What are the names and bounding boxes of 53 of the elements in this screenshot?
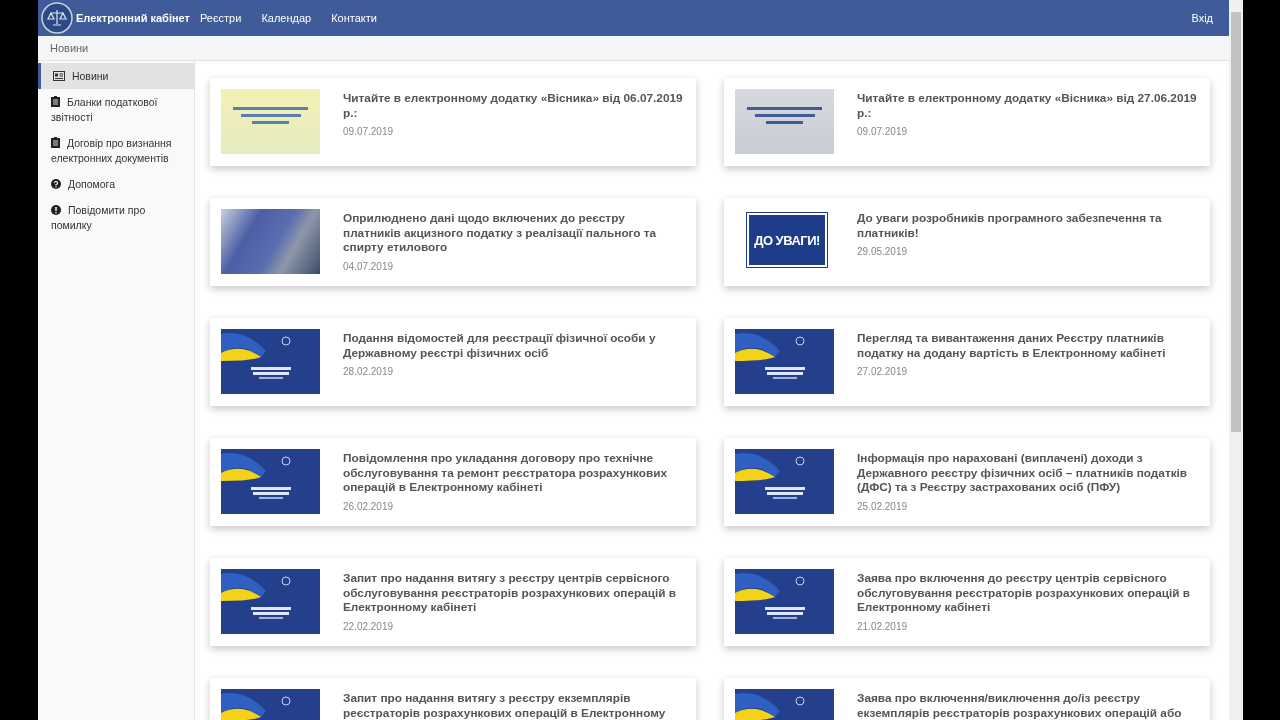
news-title[interactable]: Запит про надання витягу з реєстру екземплярів реєстраторів розрахункових операцій в Електронному — [343, 691, 684, 720]
clipboard-icon — [51, 96, 60, 107]
news-title[interactable]: Перегляд та вивантаження даних Реєстру платників податку на додану вартість в Електронному кабінеті — [857, 331, 1198, 360]
news-card[interactable]: Перегляд та вивантаження даних Реєстру платників податку на додану вартість в Електронному кабінеті 27.02.2019 — [724, 318, 1210, 406]
clipboard-icon — [51, 137, 60, 148]
nav-link[interactable]: Календар — [261, 12, 312, 24]
news-card[interactable]: Читайте в електронному додатку «Вісника» від 27.06.2019 р.: 09.07.2019 — [724, 78, 1210, 166]
nav-link[interactable]: Контакти — [331, 12, 377, 24]
news-title[interactable]: Інформація про нараховані (виплачені) доходи з Державного реєстру фізичних осіб – платників податків (ДФС) та з Реєстру застрахованих осіб (ПФУ) — [857, 451, 1198, 495]
news-card[interactable]: Читайте в електронному додатку «Вісника» від 06.07.2019 р.: 09.07.2019 — [210, 78, 696, 166]
news-title[interactable]: До уваги розробників програмного забезпечення та платників! — [857, 211, 1198, 240]
news-date: 21.02.2019 — [857, 620, 909, 632]
news-card[interactable]: Запит про надання витягу з реєстру екземплярів реєстраторів розрахункових операцій в Електронному — [210, 678, 696, 720]
news-date: 26.02.2019 — [343, 500, 395, 512]
news-title[interactable]: Заява про включення до реєстру центрів сервісного обслуговування реєстраторів розрахункових операцій в Електронному кабінеті — [857, 571, 1198, 615]
news-card[interactable]: Інформація про нараховані (виплачені) доходи з Державного реєстру фізичних осіб – платників податків (ДФС) та з Реєстру застрахованих осіб (ПФУ) 25.02.2019 — [724, 438, 1210, 526]
news-title[interactable]: Подання відомостей для реєстрації фізичної особи у Державному реєстрі фізичних осіб — [343, 331, 684, 360]
news-date: 09.07.2019 — [857, 126, 909, 137]
news-title[interactable]: Оприлюднено дані щодо включених до реєстру платників акцизного податку з реалізації пального та спирту етилового — [343, 211, 684, 255]
news-card[interactable]: Заява про включення/виключення до/із реєстру екземплярів реєстраторів розрахункових операцій або — [724, 678, 1210, 720]
news-date: 27.02.2019 — [857, 366, 909, 377]
breadcrumb-text: Новини — [50, 42, 89, 54]
exclamation-circle-icon — [51, 205, 61, 215]
brand-link[interactable]: Електронний кабінет — [76, 12, 190, 24]
news-title[interactable]: Заява про включення/виключення до/із реєстру екземплярів реєстраторів розрахункових операцій або — [857, 691, 1198, 720]
news-date: 25.02.2019 — [857, 500, 909, 512]
news-card[interactable]: Оприлюднено дані щодо включених до реєстру платників акцизного податку з реалізації пального та спирту етилового 04.07.2019 — [210, 198, 696, 286]
news-date: 04.07.2019 — [343, 260, 395, 272]
news-card[interactable]: Заява про включення до реєстру центрів сервісного обслуговування реєстраторів розрахункових операцій в Електронному кабінеті 21.02.2019 — [724, 558, 1210, 646]
emblem-logo-icon[interactable] — [41, 2, 73, 34]
nav-link[interactable]: Реєстри — [200, 12, 242, 24]
news-title[interactable]: Читайте в електронному додатку «Вісника» від 27.06.2019 р.: — [857, 91, 1198, 120]
news-title[interactable]: Повідомлення про укладання договору про технічне обслуговування та ремонт реєстратора розрахункових операцій в Електронному кабінеті — [343, 451, 684, 495]
news-card[interactable]: Запит про надання витягу з реєстру центрів сервісного обслуговування реєстраторів розрахункових операцій в Електронному кабінеті 22.02.2019 — [210, 558, 696, 646]
scrollbar[interactable] — [1229, 0, 1243, 720]
newspaper-icon — [53, 71, 65, 81]
news-date: 22.02.2019 — [343, 620, 395, 632]
sidebar-item[interactable]: Новини — [38, 63, 194, 89]
news-title[interactable]: Читайте в електронному додатку «Вісника» від 06.07.2019 р.: — [343, 91, 684, 120]
news-date: 29.05.2019 — [857, 246, 909, 257]
news-card[interactable]: Подання відомостей для реєстрації фізичної особи у Державному реєстрі фізичних осіб 28.02.2019 — [210, 318, 696, 406]
question-circle-icon — [51, 179, 61, 189]
login-link[interactable]: Вхід — [1191, 12, 1213, 24]
news-date: 28.02.2019 — [343, 366, 395, 377]
sidebar-item[interactable]: Договір про визнання електронних документів — [38, 130, 194, 171]
news-card[interactable]: Повідомлення про укладання договору про технічне обслуговування та ремонт реєстратора розрахункових операцій в Електронному кабінеті 26.02.2019 — [210, 438, 696, 526]
news-card[interactable]: ДО УВАГИ! До уваги розробників програмного забезпечення та платників! 29.05.2019 — [724, 198, 1210, 286]
notice-image: ДО УВАГИ! — [747, 213, 827, 267]
sidebar-item[interactable]: Повідомити про помилку — [38, 197, 194, 238]
news-title[interactable]: Запит про надання витягу з реєстру центрів сервісного обслуговування реєстраторів розрахункових операцій в Електронному кабінеті — [343, 571, 684, 615]
sidebar-item[interactable]: Допомога — [38, 171, 194, 197]
news-date: 09.07.2019 — [343, 126, 395, 137]
sidebar-item[interactable]: Бланки податкової звітності — [38, 89, 194, 130]
